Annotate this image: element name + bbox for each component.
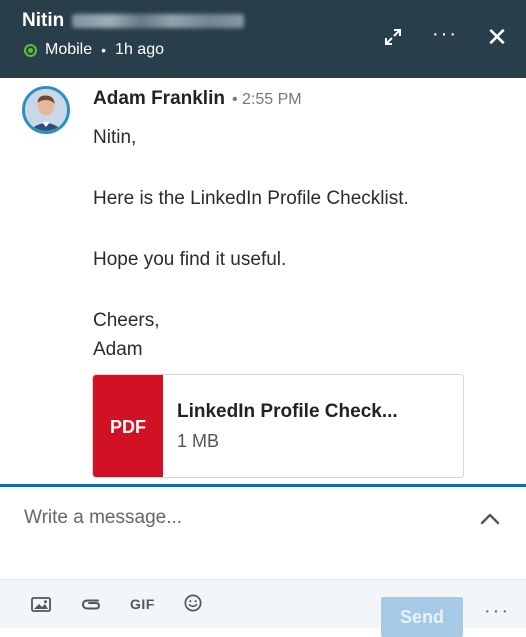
expand-arrows-icon[interactable] [382,26,404,48]
gif-button[interactable]: GIF [130,596,155,612]
file-type-label: PDF [110,416,146,437]
sender-avatar[interactable] [22,86,70,134]
blurred-name-redaction [72,14,245,28]
message-composer [0,487,526,579]
attachment-card[interactable]: PDF LinkedIn Profile Check... 1 MB [92,374,464,478]
message-line-greeting: Nitin, [93,127,137,148]
paperclip-icon[interactable] [80,595,102,613]
message-line-wish: Hope you find it useful. [93,249,287,270]
timestamp-separator: • [231,91,238,108]
send-button[interactable]: Send [381,597,463,637]
message-line-signoff: Cheers, [93,310,160,331]
chevron-up-icon[interactable] [478,509,502,529]
more-horizontal-icon[interactable]: ··· [432,23,456,45]
chat-header: Nitin Mobile • 1h ago ··· ✕ [0,0,526,78]
header-actions: ··· ✕ [382,23,508,50]
attachment-size: 1 MB [177,431,220,451]
expand-arrows-svg [385,29,401,45]
message-line-body: Here is the LinkedIn Profile Checklist. [93,188,409,209]
message-meta: Adam Franklin • 2:55 PM [93,88,302,110]
image-icon[interactable] [30,595,52,613]
sender-name[interactable]: Adam Franklin [93,88,225,110]
online-status-icon [24,43,37,57]
status-text: Mobile [45,41,93,58]
emoji-icon[interactable] [182,594,204,612]
message-line-signature: Adam [93,339,143,360]
contact-name-row[interactable]: Nitin [22,10,245,32]
presence-status: Mobile • 1h ago [24,41,164,59]
status-separator: • [101,42,107,58]
timestamp-value: 2:55 PM [242,91,302,108]
last-seen-text: 1h ago [115,41,164,58]
more-options-icon[interactable]: ··· [484,600,510,623]
attachment-name[interactable]: LinkedIn Profile Check... [177,401,398,423]
message-input[interactable] [24,507,444,529]
avatar-photo [25,89,67,131]
contact-name[interactable]: Nitin [22,10,64,32]
pdf-file-icon: PDF [93,375,163,477]
message-timestamp: • 2:55 PM [232,91,302,109]
close-icon[interactable]: ✕ [486,24,508,50]
